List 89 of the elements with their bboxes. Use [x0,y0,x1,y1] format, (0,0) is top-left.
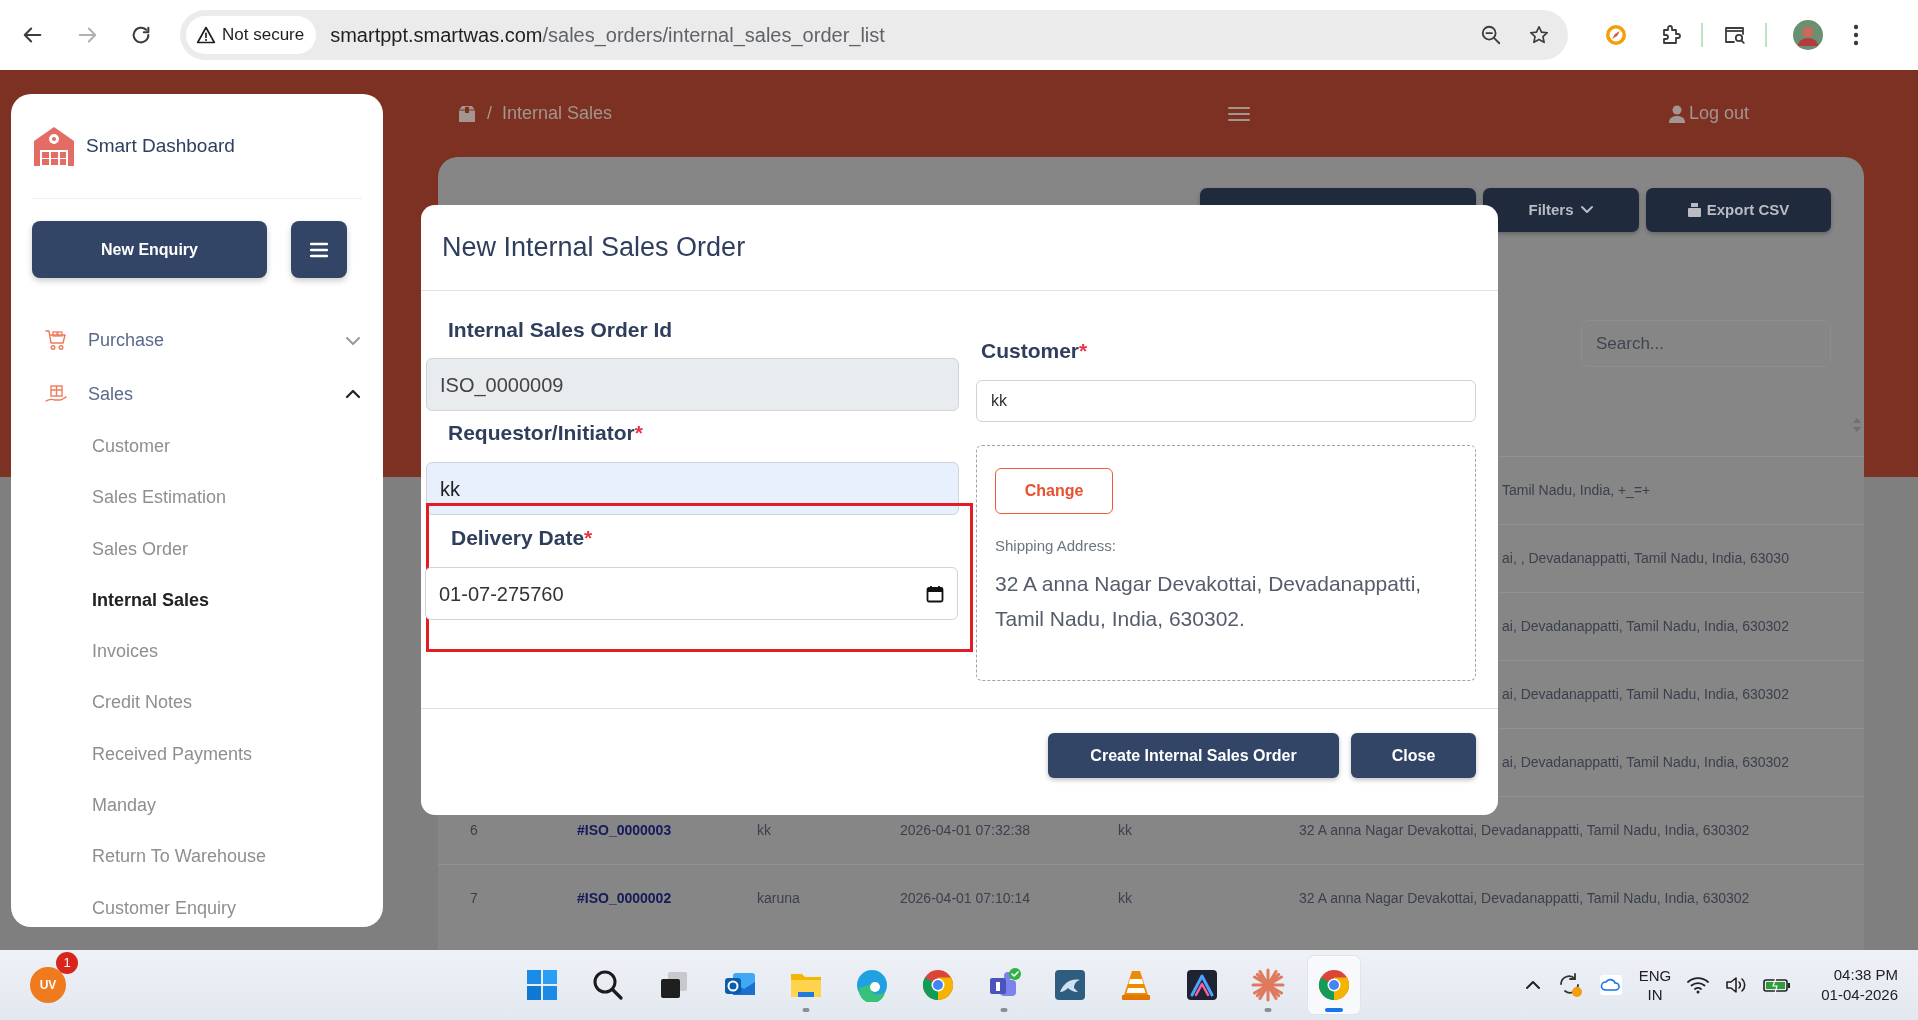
menu-item[interactable]: Sales [88,380,344,408]
create-button[interactable]: Create Internal Sales Order [1048,733,1339,778]
submenu-item[interactable]: Sales Order [32,523,362,575]
task-view-icon [658,969,690,1001]
reload-icon [130,24,152,46]
breadcrumb-link[interactable]: Internal Sales [502,100,613,127]
calendar-icon[interactable] [926,584,944,603]
menu-icon [310,241,328,258]
user-icon [1668,104,1685,123]
submenu-item[interactable]: Sales Estimation [32,472,362,524]
submenu-item[interactable]: Return To Warehouse [32,831,362,883]
brand-name: Smart Dashboard [86,133,235,158]
search-field[interactable]: Search... [1581,320,1831,367]
order-link[interactable]: #ISO_0000002 [577,890,672,906]
language-indicator[interactable]: ENG IN [1638,966,1672,1004]
traffic-cone-icon [1120,968,1152,1002]
submenu-item[interactable]: Received Payments [32,728,362,781]
table-cell: 2026-04-01 07:32:38 [900,822,1030,838]
submenu-item[interactable]: Customer [32,421,362,473]
clock[interactable]: 04:38 PM 01-04-2026 [1821,965,1898,1005]
modal-title: New Internal Sales Order [442,231,746,265]
submenu-item[interactable]: Internal Sales [32,574,362,627]
profile-avatar-icon[interactable] [1793,20,1823,50]
shipping-address: 32 A anna Nagar Devakottai, Devadanappatti, Tamil Nadu, India, 630302. [995,570,1423,632]
submenu-item[interactable]: Manday [32,780,362,832]
warning-icon [196,25,216,45]
field-label: Customer* [980,338,1089,364]
compass-extension-icon[interactable] [1604,23,1628,47]
close-button[interactable]: Close [1351,733,1476,778]
table-cell-text: ai, Devadanappatti, Tamil Nadu, India, 630302 [1502,685,1789,704]
starburst-icon [1251,968,1285,1002]
menu-icon[interactable] [1228,105,1250,122]
box-icon[interactable] [457,103,477,124]
peak-app-icon [1185,968,1219,1002]
edge-icon [855,968,889,1002]
chrome-icon [1317,968,1351,1002]
table-cell-text: ai, Devadanappatti, Tamil Nadu, India, 630302 [1502,753,1789,772]
star-icon[interactable] [1528,24,1550,46]
volume-icon[interactable] [1725,976,1748,994]
input-field[interactable]: kk [426,462,959,515]
start-icon [525,968,559,1002]
breadcrumb-separator: / [487,102,492,125]
table-cell: 32 A anna Nagar Devakottai, Devadanappatti, Tamil Nadu, India, 630302 [1299,890,1750,906]
security-chip[interactable]: Not secure [186,16,317,54]
customer-field[interactable]: kk [976,380,1476,422]
table-cell: 32 A anna Nagar Devakottai, Devadanappatti, Tamil Nadu, India, 630302 [1299,822,1750,838]
table-cell: 7 [470,890,478,906]
table-cell: kk [1118,890,1132,906]
search-icon [592,969,624,1001]
table-cell: 6 [470,822,478,838]
order-link[interactable]: #ISO_0000003 [577,822,672,838]
chevron-up-icon[interactable] [1524,979,1541,991]
menu-item[interactable]: Purchase [88,326,344,354]
warehouse-logo-icon [32,124,76,168]
more-menu-icon[interactable] [1853,24,1859,46]
printer-icon [1687,203,1701,217]
logout-link[interactable]: Log out [1668,100,1749,127]
new-enquiry-button[interactable]: New Enquiry [32,221,267,278]
table-cell: kk [1118,822,1132,838]
menu-button[interactable] [291,221,347,278]
date-field[interactable]: 01-07-275760 [425,567,958,620]
address-bar[interactable]: Not secure smartppt.smartwas.com/sales_orders/internal_sales_order_list [180,10,1568,60]
shipping-label: Shipping Address: [995,536,1117,556]
export-button[interactable]: Export CSV [1646,188,1831,232]
input-field[interactable]: ISO_0000009 [426,358,959,411]
wifi-icon[interactable] [1687,976,1710,994]
table-cell-text: ai, , Devadanappatti, Tamil Nadu, India, 63030 [1502,549,1789,568]
url-text[interactable]: smartppt.smartwas.com/sales_orders/internal_sales_order_list [330,20,885,50]
cloud-icon[interactable] [1598,974,1623,996]
dolphin-app-icon [1053,968,1087,1002]
table-cell: 2026-04-01 07:10:14 [900,890,1030,906]
chevron-down-icon [1579,205,1594,215]
zoom-out-icon[interactable] [1480,24,1502,46]
field-label: Internal Sales Order Id [447,317,674,343]
table-cell-text: ai, Devadanappatti, Tamil Nadu, India, 630302 [1502,617,1789,636]
cart-icon [44,328,68,352]
field-label: Delivery Date* [450,525,594,551]
notification-badge: 1 [56,952,78,974]
field-label: Requestor/Initiator* [447,420,644,446]
change-button[interactable]: Change [995,468,1113,514]
submenu-item[interactable]: Customer Enquiry [32,882,362,927]
filters-button[interactable]: Filters [1483,188,1639,232]
table-cell: kk [757,822,771,838]
submenu-item[interactable]: Credit Notes [32,677,362,729]
table-cell: karuna [757,890,800,906]
chrome-icon [921,968,955,1002]
battery-icon[interactable] [1763,977,1792,993]
submenu-item[interactable]: Invoices [32,626,362,678]
table-cell-text: Tamil Nadu, India, +_=+ [1502,481,1651,500]
